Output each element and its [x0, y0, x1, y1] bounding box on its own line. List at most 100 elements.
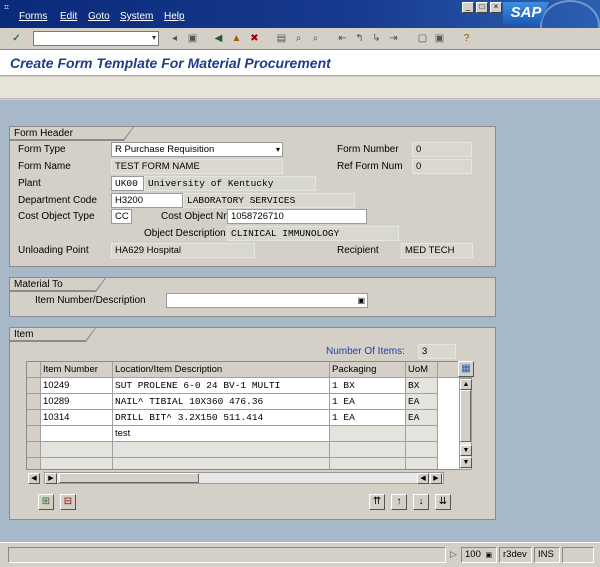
save-icon[interactable]: ▣ — [186, 32, 199, 45]
prev-page-icon[interactable]: ↰ — [353, 32, 366, 45]
dropdown-icon[interactable]: ▾ — [276, 143, 280, 156]
scroll-left-end-icon[interactable]: ◀ — [417, 473, 429, 484]
table-cell-description[interactable]: NAIL^ TIBIAL 10X360 476.36 — [113, 394, 330, 410]
table-cell-description[interactable]: test — [113, 426, 330, 442]
column-header-description[interactable]: Location/Item Description — [113, 362, 330, 378]
find-icon[interactable]: ⌕ — [292, 32, 305, 45]
status-mode: INS — [534, 547, 560, 563]
move-up-icon[interactable]: ↑ — [391, 494, 407, 510]
system-menu-icon[interactable]: ⌗ — [4, 2, 14, 12]
plant-name-field: University of Kentucky — [144, 176, 316, 191]
table-cell-item-number[interactable] — [41, 426, 113, 442]
scroll-right-icon[interactable]: ▶ — [430, 473, 442, 484]
status-system: r3dev — [499, 547, 532, 563]
table-cell-item-number[interactable]: 10249 — [41, 378, 113, 394]
menu-forms[interactable]: Forms — [19, 11, 47, 22]
row-selector[interactable] — [27, 410, 41, 426]
department-code-field[interactable]: H3200 — [111, 193, 183, 208]
cost-object-type-field[interactable]: CC — [111, 209, 132, 224]
collapse-icon[interactable]: ◂ — [168, 32, 181, 45]
cancel-icon[interactable]: ✖ — [248, 32, 261, 45]
row-selector[interactable] — [27, 394, 41, 410]
table-settings-icon[interactable]: ▦ — [458, 361, 474, 377]
object-description-field: CLINICAL IMMUNOLOGY — [227, 226, 399, 241]
menu-goto[interactable]: Goto — [88, 11, 110, 22]
menu-help[interactable]: Help — [164, 11, 185, 22]
delete-row-icon[interactable]: ⊟ — [60, 494, 76, 510]
insert-row-icon[interactable]: ⊞ — [38, 494, 54, 510]
form-name-field: TEST FORM NAME — [111, 159, 283, 174]
search-help-icon[interactable]: ▣ — [357, 294, 365, 307]
form-type-select[interactable]: R Purchase Requisition ▾ — [111, 142, 283, 157]
form-number-label: Form Number — [337, 144, 399, 155]
table-cell-description[interactable]: SUT PROLENE 6-0 24 BV-1 MULTI — [113, 378, 330, 394]
column-header-item-number[interactable]: Item Number — [41, 362, 113, 378]
item-number-description-label: Item Number/Description — [35, 295, 146, 306]
move-down-icon[interactable]: ↓ — [413, 494, 429, 510]
table-cell-packaging — [330, 458, 406, 469]
menu-edit[interactable]: Edit — [60, 11, 77, 22]
scroll-left-icon[interactable]: ▶ — [45, 473, 57, 484]
column-header-packaging[interactable]: Packaging — [330, 362, 406, 378]
item-number-description-input[interactable]: ▣ — [166, 293, 368, 308]
enter-icon[interactable]: ✓ — [10, 32, 23, 45]
status-dropdown-icon[interactable]: ▣ — [486, 552, 493, 559]
column-header-uom[interactable]: UoM — [406, 362, 438, 378]
status-extra — [562, 547, 594, 563]
maximize-icon[interactable]: □ — [476, 2, 488, 13]
scroll-down-icon[interactable]: ▼ — [460, 445, 472, 456]
find-next-icon[interactable]: ⌕ — [309, 32, 322, 45]
first-page-icon[interactable]: ⇤ — [336, 32, 349, 45]
minimize-icon[interactable]: _ — [462, 2, 474, 13]
table-cell-packaging — [330, 442, 406, 458]
object-description-label: Object Description — [144, 228, 226, 239]
next-page-icon[interactable]: ↳ — [370, 32, 383, 45]
scroll-up-icon[interactable]: ▲ — [460, 379, 472, 390]
ref-form-num-field: 0 — [412, 159, 472, 174]
item-table: Item Number Location/Item Description Pa… — [26, 361, 472, 470]
move-bottom-icon[interactable]: ⇊ — [435, 494, 451, 510]
cost-object-nr-field[interactable]: 1058726710 — [227, 209, 367, 224]
print-icon[interactable]: ▤ — [275, 32, 288, 45]
vertical-scrollbar[interactable]: ▲ ▼ ▼ — [459, 378, 472, 470]
table-cell-packaging[interactable]: 1 EA — [330, 394, 406, 410]
row-selector[interactable] — [27, 442, 41, 458]
exit-icon[interactable]: ▲ — [230, 32, 243, 45]
last-page-icon[interactable]: ⇥ — [387, 32, 400, 45]
table-cell-description[interactable]: DRILL BIT^ 3.2X150 511.414 — [113, 410, 330, 426]
horizontal-scrollbar[interactable]: ▶ ◀ ▶ — [44, 472, 444, 484]
table-cell-packaging[interactable]: 1 EA — [330, 410, 406, 426]
close-icon[interactable]: × — [490, 2, 502, 13]
command-field[interactable]: ▾ — [33, 31, 159, 46]
menu-bar: ⌗ Forms Edit Goto System Help _ □ × SAP — [0, 0, 600, 50]
menu-system[interactable]: System — [120, 11, 153, 22]
table-cell-item-number[interactable]: 10314 — [41, 410, 113, 426]
unloading-point-label: Unloading Point — [18, 245, 89, 256]
scroll-first-icon[interactable]: ◀ — [28, 473, 40, 484]
select-all-cell[interactable] — [27, 362, 41, 378]
table-cell-packaging[interactable]: 1 BX — [330, 378, 406, 394]
table-cell-item-number[interactable]: 10289 — [41, 394, 113, 410]
hscroll-thumb[interactable] — [59, 473, 199, 483]
table-cell-uom — [406, 426, 438, 442]
material-title: Material To Insert — [10, 278, 105, 291]
table-cell-description — [113, 442, 330, 458]
status-expand-icon[interactable]: ▷ — [450, 549, 457, 560]
application-toolbar — [0, 77, 600, 99]
scroll-bottom-icon[interactable]: ▼ — [460, 457, 472, 468]
back-icon[interactable]: ◀ — [212, 32, 225, 45]
table-cell-uom: EA — [406, 410, 438, 426]
row-selector[interactable] — [27, 458, 41, 469]
recipient-label: Recipient — [337, 245, 379, 256]
table-cell-item-number — [41, 458, 113, 469]
move-top-icon[interactable]: ⇈ — [369, 494, 385, 510]
help-icon[interactable]: ? — [460, 32, 473, 45]
new-session-icon[interactable]: ▢ — [416, 32, 429, 45]
standard-toolbar: ✓ ▾ ◂ ▣ ◀ ▲ ✖ ▤ ⌕ ⌕ ⇤ ↰ ↳ ⇥ ▢ ▣ ? — [0, 28, 600, 50]
dropdown-icon[interactable]: ▾ — [152, 33, 156, 42]
row-selector[interactable] — [27, 426, 41, 442]
plant-code-field[interactable]: UK00 — [111, 176, 144, 191]
shortcut-icon[interactable]: ▣ — [433, 32, 446, 45]
scroll-thumb[interactable] — [460, 390, 471, 442]
row-selector[interactable] — [27, 378, 41, 394]
